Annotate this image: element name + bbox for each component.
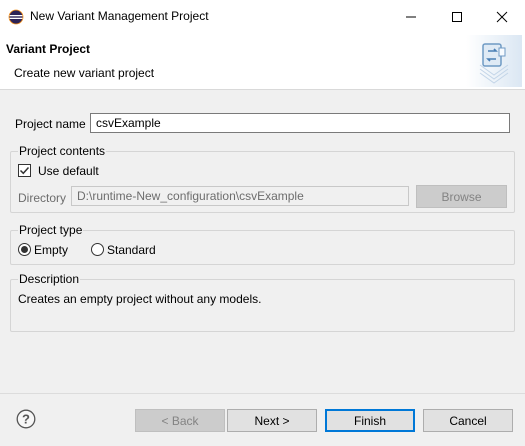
next-button[interactable]: Next > [227, 409, 317, 432]
help-icon[interactable]: ? [16, 409, 36, 429]
title-bar: New Variant Management Project [0, 0, 525, 33]
cancel-button[interactable]: Cancel [423, 409, 513, 432]
description-text: Creates an empty project without any mod… [18, 292, 262, 306]
directory-label: Directory [18, 191, 67, 205]
maximize-icon [452, 11, 462, 22]
project-type-standard-radio[interactable] [91, 243, 104, 256]
use-default-checkbox[interactable] [18, 164, 31, 177]
close-button[interactable] [479, 0, 525, 33]
finish-button[interactable]: Finish [325, 409, 415, 432]
close-icon [496, 11, 508, 22]
project-name-input[interactable]: csvExample [90, 113, 510, 133]
project-type-label: Project type [18, 223, 84, 237]
svg-text:?: ? [22, 412, 30, 427]
project-name-label: Project name [15, 117, 86, 131]
wizard-subtitle: Create new variant project [14, 66, 155, 80]
wizard-header: Variant Project Create new variant proje… [0, 33, 525, 90]
description-label: Description [18, 272, 81, 286]
back-button[interactable]: < Back [135, 409, 225, 432]
variant-project-wizard-icon [466, 35, 522, 87]
footer-separator [0, 393, 525, 394]
project-type-group [10, 230, 515, 265]
window-title: New Variant Management Project [30, 9, 209, 23]
minimize-icon [406, 16, 416, 17]
minimize-button[interactable] [388, 0, 434, 33]
eclipse-app-icon [8, 9, 24, 25]
radio-selected-dot [21, 246, 28, 253]
browse-button[interactable]: Browse [416, 185, 507, 208]
directory-input[interactable]: D:\runtime-New_configuration\csvExample [71, 186, 409, 206]
use-default-label: Use default [38, 164, 99, 178]
project-type-empty-label: Empty [34, 243, 69, 257]
project-type-standard-label: Standard [107, 243, 156, 257]
project-contents-label: Project contents [18, 144, 107, 158]
maximize-button[interactable] [434, 0, 480, 33]
wizard-title: Variant Project [6, 42, 91, 56]
checkmark-icon [19, 166, 30, 175]
project-type-empty-radio[interactable] [18, 243, 31, 256]
